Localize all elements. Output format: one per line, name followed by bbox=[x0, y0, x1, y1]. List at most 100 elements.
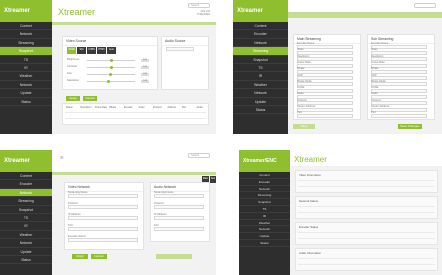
field-input[interactable] bbox=[297, 69, 353, 74]
field-input[interactable] bbox=[371, 88, 427, 93]
slider-track[interactable] bbox=[87, 80, 135, 83]
field-input[interactable] bbox=[154, 204, 204, 209]
field-input[interactable] bbox=[68, 226, 138, 231]
sidebar-item[interactable]: IR bbox=[0, 222, 52, 231]
sidebar-item[interactable]: TS bbox=[239, 206, 290, 213]
status-section: Audio Information bbox=[295, 248, 438, 271]
sidebar-item[interactable]: Status bbox=[239, 240, 290, 247]
sidebar-menu: Content Encoder Network Streaming Snapshot TS… bbox=[239, 172, 290, 247]
tab-sub[interactable]: Sub bbox=[210, 176, 216, 183]
sidebar-menu: Content Network Streaming Snapshot TS IR Weath… bbox=[0, 22, 52, 106]
sidebar-item[interactable]: Snapshot bbox=[233, 56, 288, 64]
source-button[interactable]: Auto bbox=[107, 47, 116, 54]
source-button[interactable]: CVBS bbox=[87, 47, 96, 54]
slider-thumb[interactable] bbox=[107, 80, 111, 83]
slider-track[interactable] bbox=[87, 73, 135, 76]
top-bar bbox=[288, 0, 442, 12]
search-input[interactable] bbox=[414, 3, 436, 8]
sidebar-item[interactable]: Snapshot bbox=[0, 47, 52, 56]
field-input[interactable] bbox=[297, 88, 353, 93]
sidebar-item[interactable]: Network bbox=[239, 226, 290, 234]
sidebar-item[interactable]: Update bbox=[233, 98, 288, 106]
sidebar-item[interactable]: Network bbox=[0, 239, 52, 248]
audio-select[interactable] bbox=[166, 47, 194, 51]
sidebar-item[interactable]: IR bbox=[239, 213, 290, 220]
sidebar-item[interactable]: Snapshot bbox=[0, 206, 52, 214]
field-input[interactable] bbox=[297, 44, 353, 49]
sidebar-item[interactable]: IR bbox=[0, 64, 52, 73]
sidebar-item[interactable]: Encoder bbox=[233, 30, 288, 39]
sidebar-item[interactable]: Status bbox=[0, 256, 52, 265]
field-input[interactable] bbox=[297, 82, 353, 87]
slider-thumb[interactable] bbox=[110, 59, 114, 62]
save-button[interactable]: Save bbox=[293, 124, 315, 129]
field-input[interactable] bbox=[68, 193, 138, 198]
field-input[interactable] bbox=[68, 204, 138, 209]
save-changes-button[interactable]: Save Changes bbox=[398, 124, 422, 129]
sidebar-item[interactable]: TS bbox=[0, 56, 52, 64]
sidebar-item[interactable]: IR bbox=[233, 72, 288, 81]
slider-thumb[interactable] bbox=[110, 66, 114, 69]
app-title: Xtreamer bbox=[294, 155, 327, 164]
sidebar-item[interactable]: Weather bbox=[239, 220, 290, 227]
field-input[interactable] bbox=[297, 107, 353, 112]
column-header: Frame Rate bbox=[95, 107, 108, 109]
sidebar-item[interactable]: Weather bbox=[233, 81, 288, 90]
sidebar-item[interactable]: Content bbox=[233, 22, 288, 31]
field-input[interactable] bbox=[371, 82, 427, 87]
menu-icon[interactable]: ☰ bbox=[60, 156, 64, 160]
sidebar-item[interactable]: Update bbox=[0, 248, 52, 256]
slider-thumb[interactable] bbox=[108, 73, 112, 76]
table-divider bbox=[298, 264, 435, 265]
field-input[interactable] bbox=[68, 237, 138, 242]
sidebar-item[interactable]: Weather bbox=[0, 231, 52, 240]
sidebar-item[interactable]: Update bbox=[239, 233, 290, 240]
field-input[interactable] bbox=[154, 215, 204, 220]
sidebar-item[interactable]: Network bbox=[0, 30, 52, 39]
sidebar-item[interactable]: Streaming bbox=[0, 39, 52, 48]
sidebar-item[interactable]: Update bbox=[0, 89, 52, 98]
apply-button[interactable]: Apply bbox=[72, 254, 88, 259]
field-input[interactable] bbox=[297, 113, 353, 118]
sidebar-item[interactable]: Streaming bbox=[239, 192, 290, 200]
sidebar-item[interactable]: Status bbox=[233, 106, 288, 115]
sidebar-item[interactable]: Content bbox=[0, 172, 52, 181]
sidebar-item[interactable]: Network bbox=[0, 81, 52, 90]
field-input[interactable] bbox=[154, 193, 204, 198]
slider-track[interactable] bbox=[87, 66, 135, 69]
search-input[interactable]: Search bbox=[188, 153, 210, 158]
panel-title: Video Source bbox=[63, 37, 157, 46]
sidebar-item[interactable]: Status bbox=[0, 98, 52, 106]
sidebar-item[interactable]: Streaming bbox=[233, 47, 288, 56]
sidebar-item[interactable]: Streaming bbox=[0, 197, 52, 206]
field-input[interactable] bbox=[297, 63, 353, 68]
field-input[interactable] bbox=[371, 63, 427, 68]
sidebar-item[interactable]: TS bbox=[0, 214, 52, 223]
field-input[interactable] bbox=[371, 69, 427, 74]
apply-button[interactable]: Apply bbox=[66, 96, 80, 101]
field-input[interactable] bbox=[371, 44, 427, 49]
sidebar-item[interactable]: Encoder bbox=[239, 179, 290, 186]
sidebar-item[interactable]: Network bbox=[0, 188, 52, 198]
sidebar-item[interactable]: Network bbox=[233, 39, 288, 48]
sidebar-item[interactable]: Snapshot bbox=[239, 199, 290, 206]
field-input[interactable] bbox=[154, 226, 204, 231]
source-button[interactable]: HDMI bbox=[67, 47, 76, 54]
cancel-button[interactable]: Cancel bbox=[91, 254, 107, 259]
panel-title: Audio Source bbox=[162, 37, 208, 46]
sidebar-item[interactable]: Content bbox=[0, 22, 52, 31]
sidebar-item[interactable]: Network bbox=[239, 186, 290, 193]
search-input[interactable]: Search bbox=[188, 3, 210, 8]
sidebar-item[interactable]: Content bbox=[239, 172, 290, 179]
sidebar-item[interactable]: TS bbox=[233, 64, 288, 73]
field-input[interactable] bbox=[68, 215, 138, 220]
sidebar-item[interactable]: Network bbox=[233, 89, 288, 98]
source-button[interactable]: SDI bbox=[77, 47, 86, 54]
slider-track[interactable] bbox=[87, 59, 135, 62]
field-input[interactable] bbox=[371, 107, 427, 112]
cancel-button[interactable]: Cancel bbox=[83, 96, 97, 101]
sidebar-item[interactable]: Encoder bbox=[0, 180, 52, 189]
sidebar-item[interactable]: Weather bbox=[0, 72, 52, 81]
field-input[interactable] bbox=[371, 113, 427, 118]
source-button[interactable]: YPbPr bbox=[97, 47, 106, 54]
